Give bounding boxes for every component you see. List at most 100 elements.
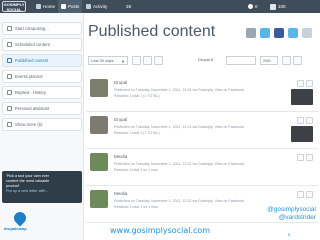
drupal-drop-icon <box>11 209 29 227</box>
all-networks-icon[interactable] <box>246 28 256 38</box>
sidebar-item-assistant[interactable]: Personal assistant <box>2 102 82 115</box>
top-navigation-bar: GOSIMPLY SOCIAL Home Posts Activity 28 0… <box>0 0 320 13</box>
sidebar-item-label: Show more (5) <box>15 122 43 127</box>
sidebar-item-label: Published content <box>15 58 49 63</box>
date-range-select[interactable]: Last 30 days ▼ <box>88 56 128 65</box>
nav-posts-label: Posts <box>68 4 80 9</box>
sidebar-item-events[interactable]: Events planner <box>2 70 82 83</box>
sidebar-item-label: Events planner <box>15 74 43 79</box>
filter-field[interactable] <box>226 56 256 65</box>
sidebar-item-label: Personal assistant <box>15 106 50 111</box>
app-logo[interactable]: GOSIMPLY SOCIAL <box>2 1 26 12</box>
post-reach: Reached 1 total 1 (1 TOTAL) <box>114 94 160 98</box>
page-field-value: 2/60 <box>263 58 271 63</box>
post-reach: Reached 1 total 1 (1 TOTAL) <box>114 131 160 135</box>
sidebar-item-label: Start composing... <box>15 26 49 31</box>
slide-number: 5 <box>287 232 290 237</box>
page-field[interactable]: 2/60 <box>260 56 278 65</box>
list-item[interactable]: Mealia Published on Tuesday, November 1,… <box>86 149 318 186</box>
post-meta: Published on Tuesday, November 1, 2011, … <box>114 125 245 129</box>
history-icon <box>7 90 12 95</box>
delete-icon[interactable] <box>306 80 313 87</box>
edit-icon[interactable] <box>297 191 304 198</box>
notification-count: 0 <box>255 4 258 9</box>
post-reach: Reached 1 total 1 on 1 now <box>114 168 158 172</box>
notifications[interactable]: 0 <box>248 2 258 11</box>
posts-icon <box>61 4 66 9</box>
nav-home[interactable]: Home <box>36 0 55 13</box>
post-meta: Published on Tuesday, November 1, 2011, … <box>114 199 245 203</box>
date-range-value: Last 30 days <box>91 58 114 63</box>
post-avatar <box>90 79 108 97</box>
sidebar-item-compose[interactable]: Start composing... <box>2 22 82 35</box>
toolbar-button-list[interactable] <box>132 56 141 65</box>
post-author: Mealia <box>114 191 128 196</box>
twitter-handle[interactable]: @vardstrider <box>267 214 316 222</box>
post-meta: Published on Tuesday, November 1, 2011, … <box>114 162 245 166</box>
post-list: Drupal Published on Tuesday, November 1,… <box>86 75 318 223</box>
filter-icon[interactable] <box>302 28 312 38</box>
events-icon <box>7 74 12 79</box>
sidebar-item-more[interactable]: Show more (5) <box>2 118 82 131</box>
toolbar-button-prev[interactable] <box>282 56 291 65</box>
list-item[interactable]: Drupal Published on Tuesday, November 1,… <box>86 75 318 112</box>
post-actions <box>297 191 313 198</box>
promo-link[interactable]: Put up a new letter with - <box>6 189 78 194</box>
twitter-icon[interactable] <box>260 28 270 38</box>
sidebar: Start composing... Scheduled content Pub… <box>0 13 84 240</box>
post-avatar <box>90 116 108 134</box>
post-image <box>291 126 313 142</box>
bell-icon <box>248 4 253 9</box>
cloud-icon[interactable] <box>288 28 298 38</box>
edit-icon[interactable] <box>297 154 304 161</box>
toolbar-button-grid[interactable] <box>143 56 152 65</box>
delete-icon[interactable] <box>306 117 313 124</box>
edit-icon[interactable] <box>297 80 304 87</box>
post-author: Drupal <box>114 117 128 122</box>
nav-home-label: Home <box>43 4 56 9</box>
account-count: 100 <box>278 4 286 9</box>
more-icon <box>7 122 12 127</box>
delete-icon[interactable] <box>306 154 313 161</box>
edit-icon[interactable] <box>297 117 304 124</box>
post-reach: Reached 1 total 1 on 1 now <box>114 205 158 209</box>
post-actions <box>297 154 313 161</box>
nav-posts[interactable]: Posts <box>58 0 83 13</box>
post-image <box>291 89 313 105</box>
facebook-icon[interactable] <box>274 28 284 38</box>
post-meta: Published on Tuesday, November 1, 2011, … <box>114 88 245 92</box>
assistant-icon <box>7 106 12 111</box>
sidebar-item-published[interactable]: Published content <box>2 54 82 67</box>
delete-icon[interactable] <box>306 191 313 198</box>
promo-box: 'Pick a tool your own ever content the m… <box>2 171 82 203</box>
nav-count[interactable]: 28 <box>126 0 131 13</box>
drupalcamp-label: drupalcamp <box>4 226 27 231</box>
nav-activity[interactable]: Activity <box>86 0 107 13</box>
social-network-filters <box>246 28 312 38</box>
period-label: Drupal 8 <box>198 57 214 62</box>
website-url[interactable]: www.gosimplysocial.com <box>110 226 210 235</box>
toolbar-button-next[interactable] <box>293 56 302 65</box>
twitter-handle[interactable]: @gosimplysocial <box>267 206 316 214</box>
avatar <box>270 3 276 10</box>
activity-icon <box>86 4 91 9</box>
list-item[interactable]: Drupal Published on Tuesday, November 1,… <box>86 112 318 149</box>
post-actions <box>297 80 313 87</box>
nav-activity-label: Activity <box>93 4 108 9</box>
sidebar-item-label: Scheduled content <box>15 42 50 47</box>
calendar-icon <box>7 42 12 47</box>
content-toolbar: Last 30 days ▼ Drupal 8 2/60 <box>86 55 318 67</box>
sidebar-item-history[interactable]: Replied - History <box>2 86 82 99</box>
post-avatar <box>90 153 108 171</box>
compose-icon <box>7 26 12 31</box>
check-icon <box>7 58 12 63</box>
post-actions <box>297 117 313 124</box>
post-avatar <box>90 190 108 208</box>
chevron-down-icon: ▼ <box>121 59 125 64</box>
twitter-handles: @gosimplysocial @vardstrider <box>267 206 316 222</box>
toolbar-button-refresh[interactable] <box>154 56 163 65</box>
sidebar-item-scheduled[interactable]: Scheduled content <box>2 38 82 51</box>
post-author: Drupal <box>114 80 128 85</box>
account-menu[interactable]: 100 <box>270 2 286 11</box>
post-author: Mealia <box>114 154 128 159</box>
